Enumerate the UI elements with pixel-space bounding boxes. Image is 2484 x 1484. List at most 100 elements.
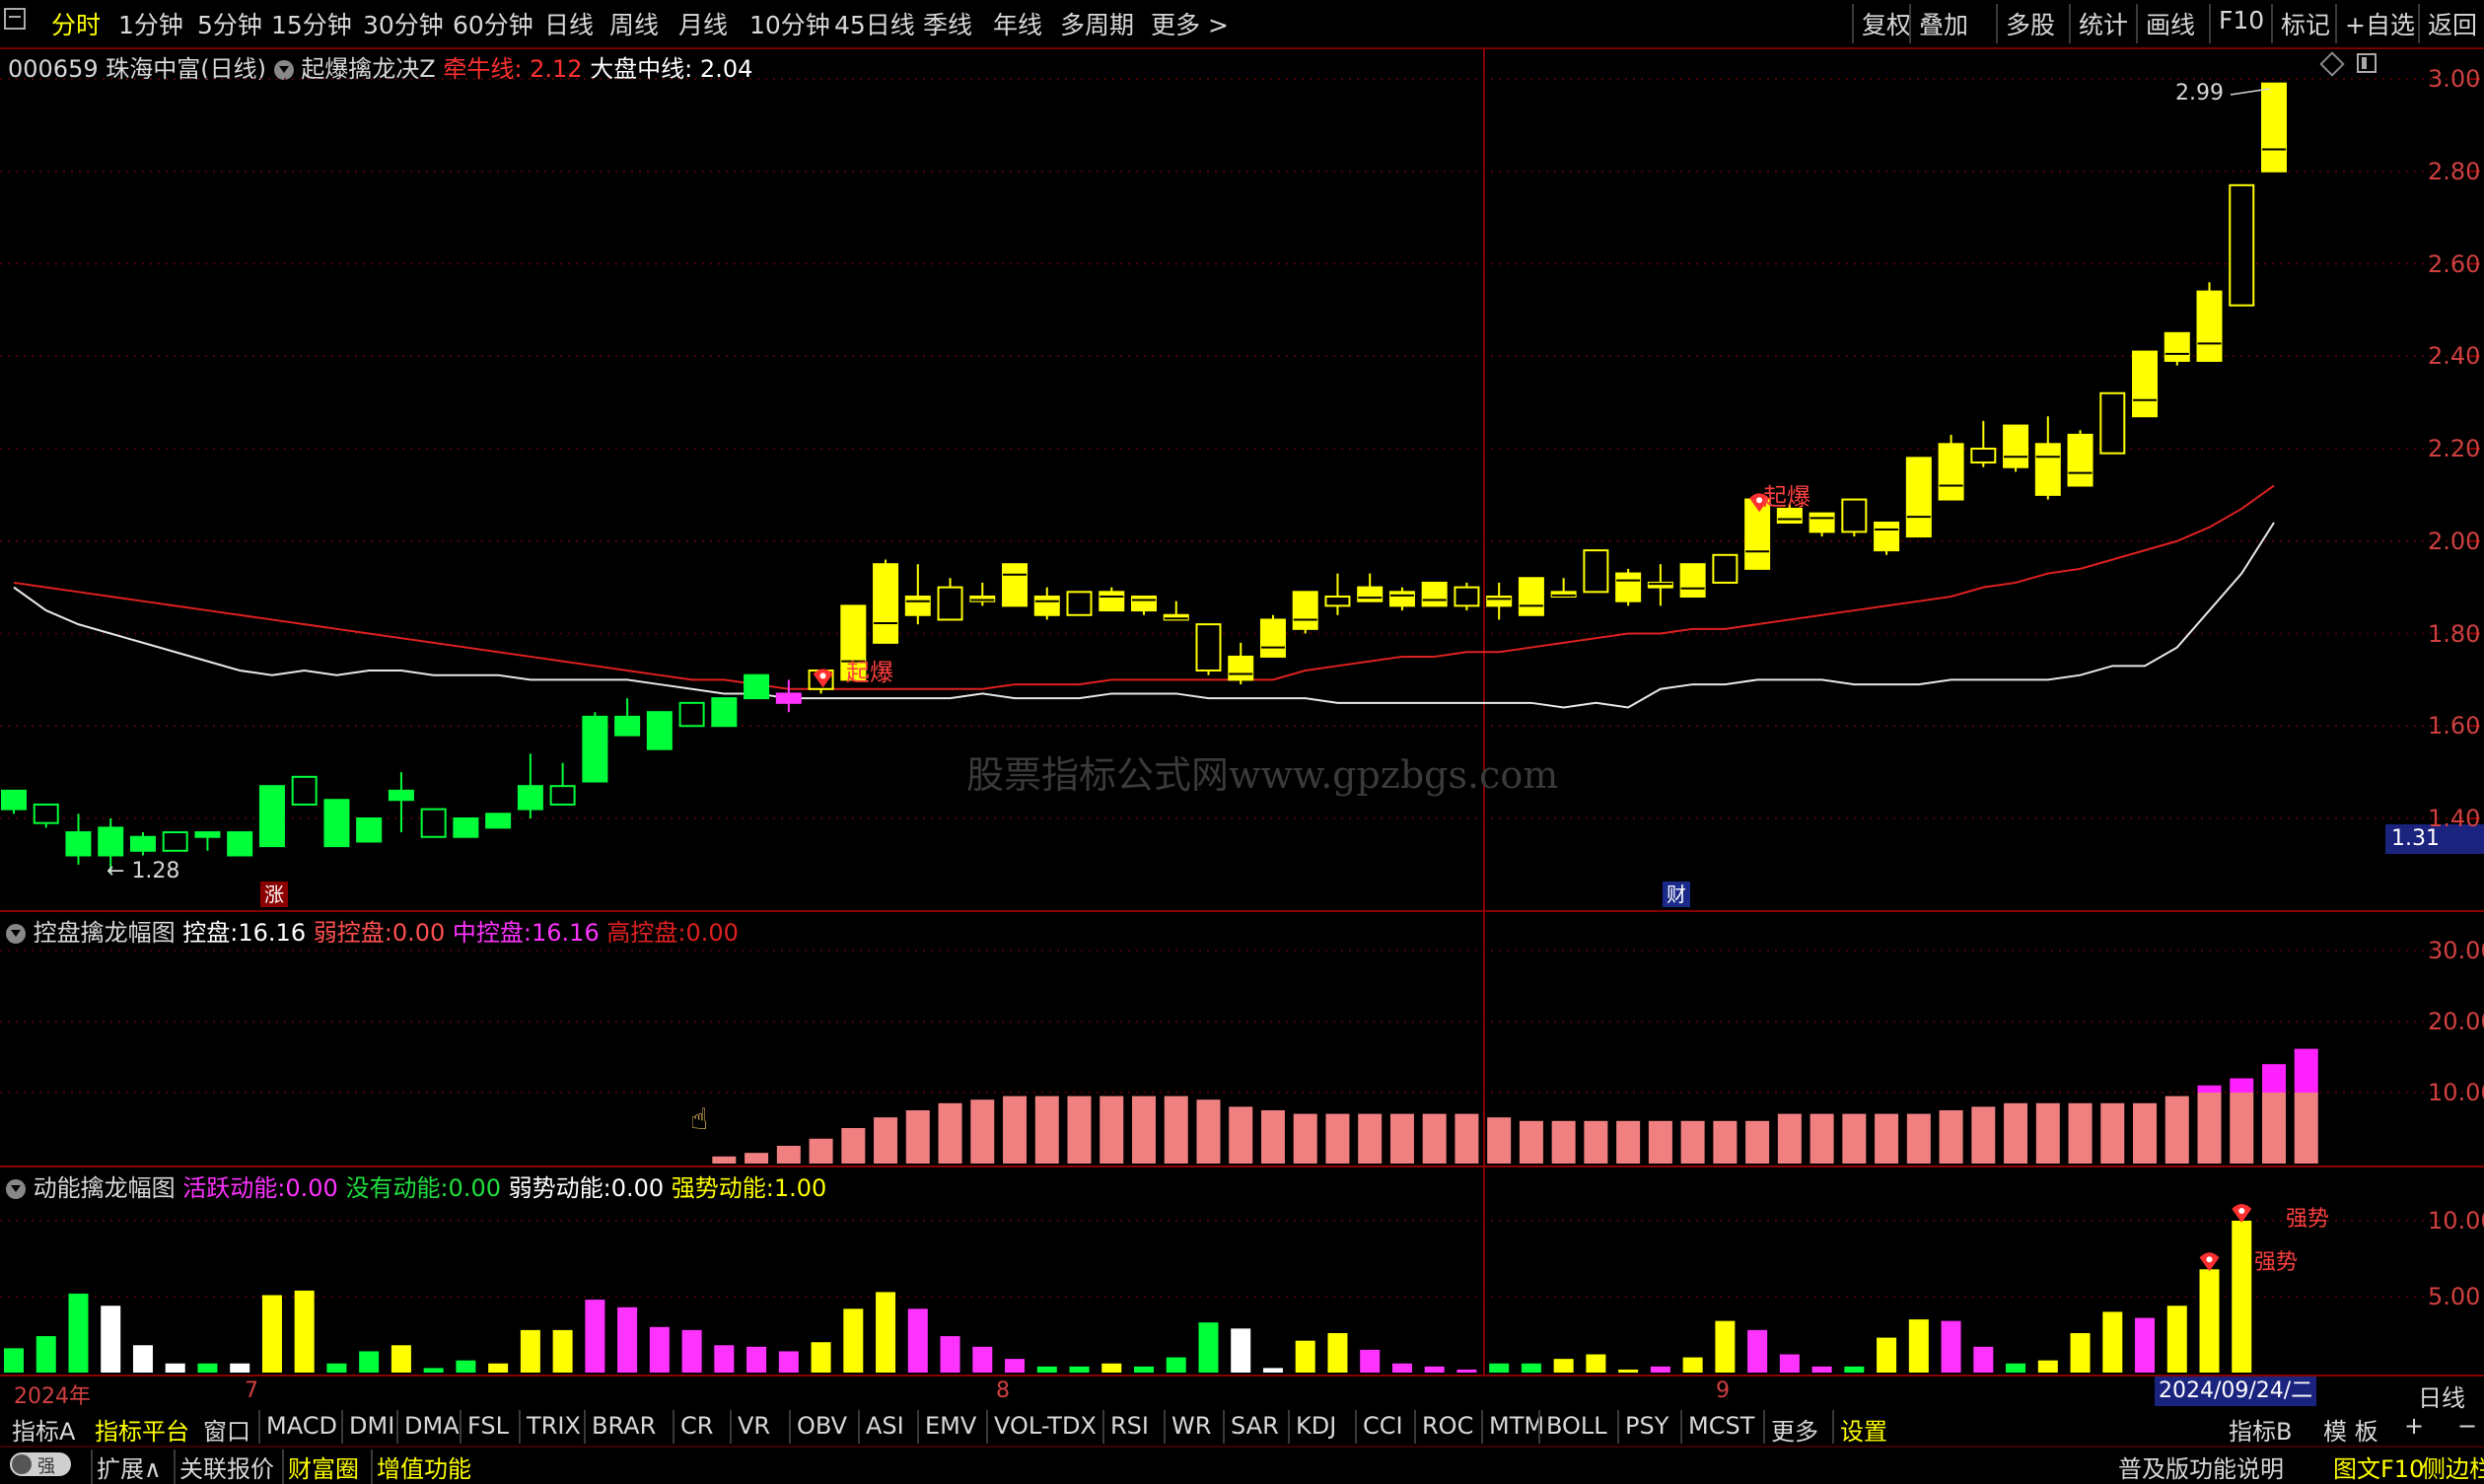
dn-bar <box>488 1363 509 1373</box>
indicator-tab-rsi[interactable]: RSI <box>1102 1410 1155 1444</box>
window-menu-icon[interactable] <box>4 8 26 30</box>
indicator-tab-boll[interactable]: BOLL <box>1538 1410 1613 1444</box>
bottom-item-3[interactable]: 增值功能 <box>371 1449 471 1484</box>
indicator-right-tab-0[interactable]: 指标B <box>2223 1410 2298 1446</box>
candle-body <box>1583 549 1609 594</box>
indicator-tab-fsl[interactable]: FSL <box>460 1410 515 1444</box>
indicator-tab-更多[interactable]: 更多 <box>1763 1410 1824 1446</box>
dn-bar <box>294 1290 315 1373</box>
period-tab-0[interactable]: 分时 <box>51 6 101 41</box>
period-tab-3[interactable]: 15分钟 <box>271 6 352 41</box>
bottom-item-2[interactable]: 财富圈 <box>282 1449 359 1484</box>
indicator-right-tab-3[interactable]: − <box>2451 1410 2483 1444</box>
indicator-right-tab-2[interactable]: + <box>2398 1410 2430 1444</box>
period-tab-6[interactable]: 日线 <box>544 6 594 41</box>
indicator-tab-obv[interactable]: OBV <box>789 1410 853 1444</box>
indicator-tab-设置[interactable]: 设置 <box>1832 1410 1893 1446</box>
dn-bar <box>4 1348 24 1373</box>
bottom-right-1[interactable]: 图文F10 <box>2333 1449 2424 1484</box>
toolbar-right-5[interactable]: F10 <box>2219 6 2264 35</box>
indicator-left-tab-0[interactable]: 指标A <box>6 1410 81 1446</box>
toolbar-right-2[interactable]: 多股 <box>2006 6 2055 41</box>
period-tab-11[interactable]: 季线 <box>923 6 972 41</box>
period-tab-13[interactable]: 多周期 <box>1060 6 1134 41</box>
toolbar-right-1[interactable]: 叠加 <box>1919 6 1968 41</box>
period-tab-2[interactable]: 5分钟 <box>197 6 262 41</box>
kp-bar <box>1584 1120 1608 1164</box>
dn-bar <box>1553 1359 1574 1373</box>
toolbar-right-7[interactable]: +自选 <box>2345 6 2415 41</box>
kp-bar <box>2294 1093 2318 1164</box>
indicator-tab-vr[interactable]: VR <box>730 1410 776 1444</box>
period-tab-12[interactable]: 年线 <box>993 6 1042 41</box>
period-tab-8[interactable]: 月线 <box>678 6 728 41</box>
marker-cai[interactable]: 财 <box>1663 882 1690 907</box>
period-tab-14[interactable]: 更多 > <box>1151 6 1229 41</box>
kp-bar <box>1680 1120 1705 1164</box>
toolbar-right-6[interactable]: 标记 <box>2281 6 2330 41</box>
dn-bar <box>1231 1328 1251 1373</box>
bottom-item-1[interactable]: 关联报价 <box>174 1449 274 1484</box>
indicator-tab-dmi[interactable]: DMI <box>341 1410 400 1444</box>
kp-bar <box>1196 1099 1221 1164</box>
indicator-tab-cr[interactable]: CR <box>673 1410 719 1444</box>
kp-bar <box>776 1146 801 1164</box>
candle-body <box>2003 424 2029 468</box>
indicator-tab-emv[interactable]: EMV <box>917 1410 982 1444</box>
indicator-tab-dma[interactable]: DMA <box>396 1410 465 1444</box>
panel2-title[interactable]: 控盘擒龙幅图 <box>34 919 176 947</box>
bottom-right-0[interactable]: 普及版功能说明 <box>2118 1449 2284 1484</box>
indicator-tab-psy[interactable]: PSY <box>1617 1410 1674 1444</box>
dropdown-icon[interactable] <box>6 924 26 944</box>
indicator-tab-trix[interactable]: TRIX <box>519 1410 587 1444</box>
dn-bar <box>1101 1363 1122 1373</box>
period-tab-9[interactable]: 10分钟 <box>749 6 830 41</box>
kp-bar <box>1519 1120 1543 1164</box>
period-tab-7[interactable]: 周线 <box>609 6 659 41</box>
marker-zhang[interactable]: 涨 <box>260 882 288 907</box>
toolbar-right-0[interactable]: 复权 <box>1862 6 1911 41</box>
mode-toggle[interactable]: 强 <box>10 1452 71 1477</box>
toolbar-right-8[interactable]: 返回 <box>2428 6 2477 41</box>
indicator-tab-wr[interactable]: WR <box>1164 1410 1217 1444</box>
indicator-tab-kdj[interactable]: KDJ <box>1288 1410 1342 1444</box>
kp-bar <box>1777 1113 1802 1164</box>
candle-body <box>1002 563 1029 607</box>
dn-bar <box>68 1293 89 1373</box>
chart-area[interactable] <box>0 47 2484 1410</box>
toolbar-separator <box>2418 4 2420 43</box>
indicator-right-tab-1[interactable]: 模 板 <box>2317 1410 2384 1446</box>
period-tab-1[interactable]: 1分钟 <box>118 6 183 41</box>
dn-bar <box>1682 1357 1703 1373</box>
indicator-tab-brar[interactable]: BRAR <box>584 1410 662 1444</box>
period-tab-4[interactable]: 30分钟 <box>363 6 444 41</box>
toolbar-right-4[interactable]: 画线 <box>2146 6 2195 41</box>
y-tick: 1.80 <box>2428 619 2481 648</box>
dn-bar <box>197 1363 218 1373</box>
indicator-tab-vol-tdx[interactable]: VOL-TDX <box>986 1410 1102 1444</box>
period-tab-5[interactable]: 60分钟 <box>453 6 533 41</box>
dn-bar <box>2135 1317 2156 1373</box>
candle-body <box>162 831 188 852</box>
period-label[interactable]: 日线 <box>2418 1378 2465 1413</box>
indicator-tab-asi[interactable]: ASI <box>858 1410 910 1444</box>
period-tab-10[interactable]: 45日线 <box>834 6 915 41</box>
dropdown-icon[interactable] <box>6 1179 26 1199</box>
bottom-right-2[interactable]: 侧边栏 « <box>2422 1449 2484 1484</box>
indicator-tab-mcst[interactable]: MCST <box>1680 1410 1760 1444</box>
toolbar-right-3[interactable]: 统计 <box>2079 6 2128 41</box>
bottom-item-0[interactable]: 扩展∧ <box>91 1449 162 1484</box>
indicator-tab-cci[interactable]: CCI <box>1355 1410 1409 1444</box>
kp-bar <box>1229 1106 1253 1164</box>
indicator-tab-roc[interactable]: ROC <box>1414 1410 1479 1444</box>
panel3-title[interactable]: 动能擒龙幅图 <box>34 1174 176 1202</box>
candle-body <box>517 785 543 811</box>
dn-bar <box>2166 1306 2187 1373</box>
indicator-left-tab-1[interactable]: 指标平台 <box>89 1410 195 1446</box>
kp-bar <box>2035 1102 2060 1164</box>
indicator-left-tab-2[interactable]: 窗口 <box>197 1410 256 1446</box>
dn-bar <box>1618 1369 1639 1373</box>
dn-bar <box>649 1326 670 1373</box>
indicator-tab-macd[interactable]: MACD <box>258 1410 343 1444</box>
indicator-tab-sar[interactable]: SAR <box>1223 1410 1285 1444</box>
